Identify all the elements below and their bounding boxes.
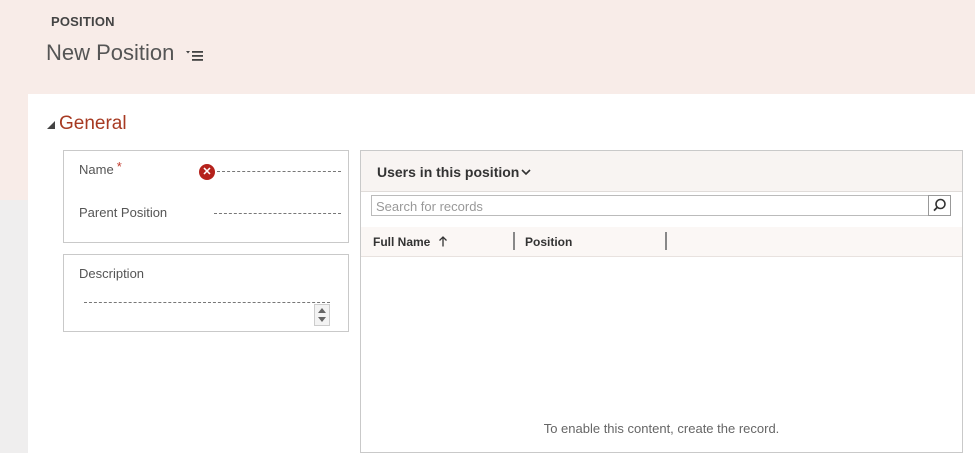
spinner-down-icon[interactable] bbox=[318, 317, 326, 322]
search-icon bbox=[933, 198, 946, 212]
entity-type-label: POSITION bbox=[51, 14, 115, 29]
section-collapse-icon[interactable] bbox=[47, 120, 57, 130]
users-subgrid: Users in this position Full Name Positio… bbox=[360, 150, 963, 453]
subgrid-search-box bbox=[371, 195, 951, 216]
description-input[interactable] bbox=[84, 289, 330, 303]
error-icon: ✕ bbox=[199, 164, 215, 180]
name-label-text: Name bbox=[79, 162, 114, 177]
page-title: New Position bbox=[46, 40, 175, 65]
chevron-down-icon[interactable] bbox=[520, 166, 532, 178]
empty-state-message: To enable this content, create the recor… bbox=[543, 421, 780, 436]
column-full-name[interactable]: Full Name bbox=[373, 235, 448, 249]
header-band-extension bbox=[0, 94, 28, 200]
left-strip bbox=[0, 200, 28, 453]
column-resize-handle[interactable] bbox=[665, 232, 667, 250]
subgrid-header: Users in this position bbox=[361, 151, 962, 192]
column-resize-handle[interactable] bbox=[513, 232, 515, 250]
spinner-up-icon[interactable] bbox=[318, 308, 326, 313]
name-input[interactable] bbox=[217, 158, 341, 172]
column-position[interactable]: Position bbox=[525, 235, 572, 249]
parent-position-label: Parent Position bbox=[79, 205, 168, 220]
grid-column-header: Full Name Position bbox=[361, 227, 962, 257]
section-title: General bbox=[59, 113, 127, 134]
subgrid-view-selector[interactable]: Users in this position bbox=[377, 164, 519, 180]
description-label: Description bbox=[79, 266, 145, 281]
search-button[interactable] bbox=[928, 195, 951, 216]
column-full-name-label: Full Name bbox=[373, 235, 431, 249]
form-selector-icon[interactable] bbox=[185, 47, 205, 63]
search-input[interactable] bbox=[376, 198, 924, 214]
sort-ascending-icon bbox=[438, 236, 447, 247]
description-resize-spinner[interactable] bbox=[314, 304, 330, 326]
required-indicator: * bbox=[116, 159, 122, 174]
name-label: Name * bbox=[79, 159, 122, 177]
parent-position-input[interactable] bbox=[214, 200, 341, 214]
